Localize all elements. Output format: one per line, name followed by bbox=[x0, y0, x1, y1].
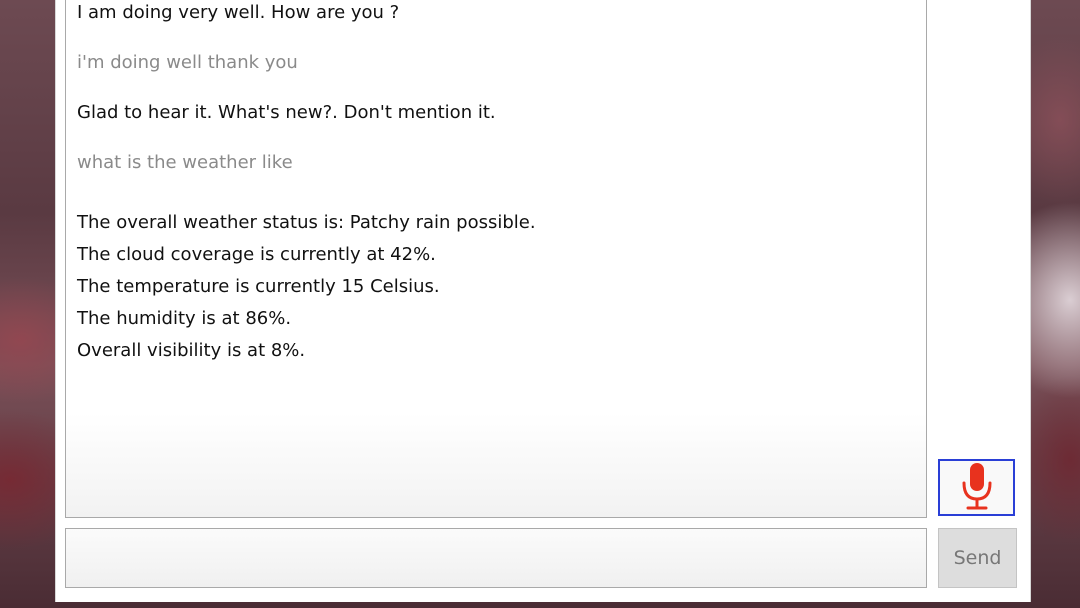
message-input-box[interactable] bbox=[65, 528, 927, 588]
chatbot-window: I am doing very well. How are you ? i'm … bbox=[55, 0, 1031, 602]
cloud-coverage-line: The cloud coverage is currently at 42%. bbox=[77, 244, 436, 265]
bot-message: Glad to hear it. What's new?. Don't ment… bbox=[77, 102, 496, 123]
user-message: what is the weather like bbox=[77, 152, 293, 173]
weather-status-line: The overall weather status is: Patchy ra… bbox=[77, 212, 536, 233]
user-message: i'm doing well thank you bbox=[77, 52, 298, 73]
temperature-line: The temperature is currently 15 Celsius. bbox=[77, 276, 440, 297]
microphone-button[interactable] bbox=[938, 459, 1015, 516]
humidity-line: The humidity is at 86%. bbox=[77, 308, 292, 329]
message-input[interactable] bbox=[66, 529, 926, 587]
microphone-icon bbox=[960, 461, 994, 515]
chat-log[interactable]: I am doing very well. How are you ? i'm … bbox=[65, 0, 927, 518]
bot-message: I am doing very well. How are you ? bbox=[77, 2, 400, 23]
weather-report: The overall weather status is: Patchy ra… bbox=[77, 207, 536, 367]
send-button[interactable]: Send bbox=[938, 528, 1017, 588]
visibility-line: Overall visibility is at 8%. bbox=[77, 340, 306, 361]
